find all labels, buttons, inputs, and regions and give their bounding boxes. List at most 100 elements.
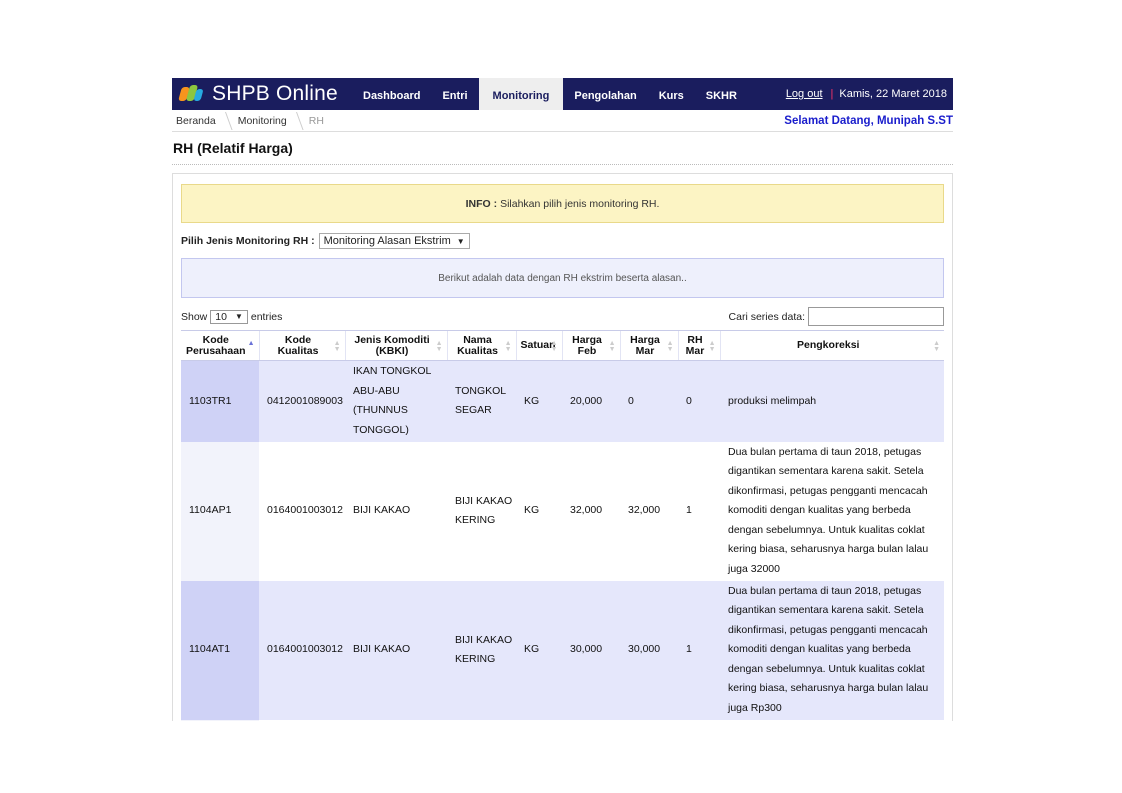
- table-cell: 0: [620, 360, 678, 442]
- table-cell: 0164001003012: [259, 580, 345, 720]
- bps-logo-icon: [178, 83, 204, 105]
- column-header-label: Jenis Komoditi (KBKI): [354, 333, 430, 357]
- breadcrumb-item-beranda[interactable]: Beranda: [172, 110, 226, 132]
- sort-icon: ▲ ▼: [435, 340, 443, 353]
- table-header-row: Kode Perusahaan ▲ Kode Kualitas ▲ ▼ Jenis K…: [181, 330, 944, 361]
- column-header[interactable]: Pengkoreksi ▲ ▼: [719, 330, 944, 361]
- table-cell: 0: [678, 360, 720, 442]
- column-header[interactable]: Kode Perusahaan ▲: [181, 330, 259, 361]
- table-cell: 32,000: [620, 441, 678, 581]
- table-cell: BIJI KAKAO: [345, 441, 447, 581]
- table-cell: BIJI KAKAO KERING: [447, 580, 516, 720]
- table-cell: Dua bulan pertama di taun 2018, petugas …: [720, 441, 944, 581]
- entries-label: entries: [250, 310, 283, 323]
- table-cell: [678, 719, 720, 721]
- column-header[interactable]: Harga Feb ▲ ▼: [561, 330, 620, 361]
- column-header-label: RH Mar: [685, 333, 705, 357]
- table-row[interactable]: 1104AP1 0164001003012 BIJI KAKAO BIJI KA…: [181, 441, 944, 581]
- table-cell: 30,000: [562, 580, 620, 720]
- column-header[interactable]: Harga Mar ▲ ▼: [619, 330, 678, 361]
- nav-separator: |: [830, 88, 834, 100]
- table-cell: KG: [516, 441, 562, 581]
- brand[interactable]: SHPB Online: [172, 78, 352, 110]
- table-cell: 32,000: [562, 441, 620, 581]
- column-header-label: Nama Kualitas: [457, 333, 498, 357]
- sort-icon: ▲ ▼: [333, 340, 341, 353]
- table-tools: Show 10 ▼ entries Cari series data:: [181, 307, 944, 326]
- entries-value: 10: [215, 310, 227, 323]
- table-cell: IKAN TONGKOL ABU-ABU (THUNNUS TONGGOL): [345, 360, 447, 442]
- table-cell: [620, 719, 678, 721]
- sort-asc-icon: ▲: [247, 340, 255, 347]
- brand-name: SHPB Online: [212, 82, 338, 105]
- column-header-label: Harga Mar: [630, 333, 660, 357]
- table-cell: [181, 719, 259, 721]
- sort-icon: ▲ ▼: [608, 340, 616, 353]
- monitoring-select-value: Monitoring Alasan Ekstrim: [323, 235, 451, 247]
- sort-icon: ▲ ▼: [666, 340, 674, 353]
- table-cell: KG: [516, 580, 562, 720]
- info-label: INFO :: [465, 197, 498, 210]
- entries-length: Show 10 ▼ entries: [181, 309, 283, 324]
- nav-item-entri[interactable]: Entri: [431, 78, 478, 110]
- breadcrumb-item-rh: RH: [308, 114, 324, 127]
- show-label: Show: [181, 310, 208, 323]
- table-row[interactable]: 1104AT1 0164001003012 BIJI KAKAO BIJI KA…: [181, 580, 944, 720]
- column-header[interactable]: RH Mar ▲ ▼: [677, 330, 720, 361]
- sort-icon: ▲ ▼: [550, 340, 558, 353]
- column-header[interactable]: Satuan ▲ ▼: [515, 330, 562, 361]
- table-cell: [259, 719, 345, 721]
- table-row[interactable]: [181, 719, 944, 721]
- nav-item-pengolahan[interactable]: Pengolahan: [563, 78, 647, 110]
- table-cell: [562, 719, 620, 721]
- column-header-label: Kode Perusahaan: [185, 333, 246, 357]
- column-header[interactable]: Kode Kualitas ▲ ▼: [258, 330, 345, 361]
- nav-item-dashboard[interactable]: Dashboard: [352, 78, 431, 110]
- sort-icon: ▲ ▼: [504, 340, 512, 353]
- notice-box: Berikut adalah data dengan RH ekstrim be…: [181, 258, 944, 298]
- table-row[interactable]: 1103TR1 0412001089003 IKAN TONGKOL ABU-A…: [181, 360, 944, 442]
- table-cell: BIJI KAKAO KERING: [447, 441, 516, 581]
- table-cell: [345, 719, 447, 721]
- table-cell: 30,000: [620, 580, 678, 720]
- monitoring-select-row: Pilih Jenis Monitoring RH : Monitoring A…: [181, 233, 944, 249]
- nav-item-skhr[interactable]: SKHR: [695, 78, 748, 110]
- dropdown-arrow-icon: ▼: [234, 312, 243, 321]
- sort-icon: ▲ ▼: [933, 340, 940, 353]
- table-cell: 0412001089003: [259, 360, 345, 442]
- table-cell: Dua bulan pertama di taun 2018, petugas …: [720, 580, 944, 720]
- column-header[interactable]: Jenis Komoditi (KBKI) ▲ ▼: [344, 330, 447, 361]
- current-date: Kamis, 22 Maret 2018: [839, 88, 947, 100]
- table-cell: 20,000: [562, 360, 620, 442]
- entries-select[interactable]: 10 ▼: [210, 309, 248, 324]
- table-search: Cari series data:: [729, 307, 944, 326]
- column-header-label: Kode Kualitas: [277, 333, 319, 357]
- logout-link[interactable]: Log out: [786, 88, 823, 100]
- table-cell: 1103TR1: [181, 360, 259, 442]
- nav-item-monitoring[interactable]: Monitoring: [478, 78, 564, 110]
- breadcrumb-item-monitoring[interactable]: Monitoring: [226, 110, 297, 132]
- page-title: RH (Relatif Harga): [172, 132, 953, 165]
- search-input[interactable]: [808, 307, 944, 326]
- table-cell: TONGKOL SEGAR: [447, 360, 516, 442]
- monitoring-select-label: Pilih Jenis Monitoring RH :: [181, 235, 315, 247]
- table-cell: [720, 719, 944, 721]
- table-cell: 1: [678, 580, 720, 720]
- top-navbar: SHPB Online Dashboard Entri Monitoring P…: [172, 78, 953, 110]
- table-cell: BIJI KAKAO: [345, 580, 447, 720]
- table-cell: produksi melimpah: [720, 360, 944, 442]
- nav-right: Log out | Kamis, 22 Maret 2018: [786, 78, 953, 110]
- monitoring-type-select[interactable]: Monitoring Alasan Ekstrim ▼: [318, 233, 470, 249]
- search-label: Cari series data:: [728, 310, 805, 323]
- column-header-label: Pengkoreksi: [797, 339, 860, 351]
- column-header[interactable]: Nama Kualitas ▲ ▼: [446, 330, 516, 361]
- sort-icon: ▲ ▼: [708, 340, 716, 353]
- nav-item-kurs[interactable]: Kurs: [648, 78, 695, 110]
- table-cell: 1104AP1: [181, 441, 259, 581]
- table-cell: [516, 719, 562, 721]
- info-text: Silahkan pilih jenis monitoring RH.: [500, 197, 660, 210]
- table-cell: 1104AT1: [181, 580, 259, 720]
- dropdown-arrow-icon: ▼: [456, 236, 465, 246]
- content-panel: INFO : Silahkan pilih jenis monitoring R…: [172, 173, 953, 721]
- data-table: Kode Perusahaan ▲ Kode Kualitas ▲ ▼ Jenis K…: [181, 330, 944, 721]
